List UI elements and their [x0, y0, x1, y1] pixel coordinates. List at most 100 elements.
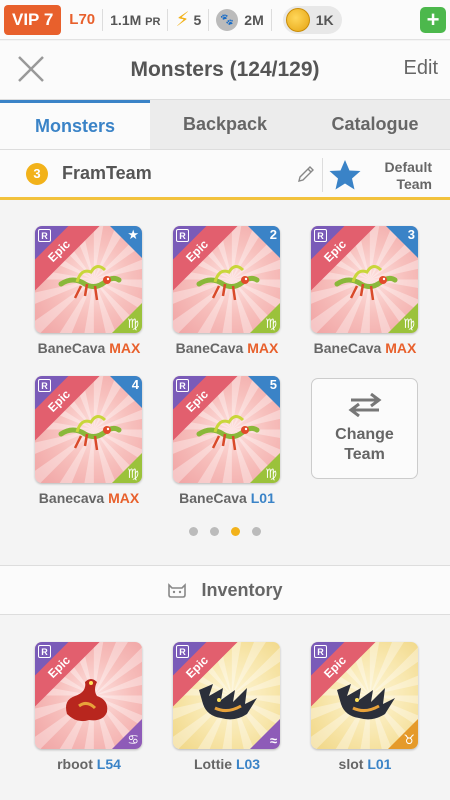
- element-icon: ♉: [403, 732, 415, 747]
- monster-label: BaneCava L01: [157, 490, 297, 506]
- page-dot[interactable]: [210, 527, 219, 536]
- divider: [270, 8, 272, 31]
- food-value: 2M: [244, 11, 264, 28]
- element-icon: ♍: [265, 316, 277, 331]
- monster-level: MAX: [385, 340, 417, 356]
- element-icon: ♋: [127, 732, 139, 747]
- grade-badge: R: [176, 645, 189, 658]
- change-team-label: Change Team: [335, 425, 394, 463]
- pencil-icon[interactable]: [296, 164, 316, 184]
- paw-icon: 🐾: [216, 8, 239, 31]
- team-bar: 3 FramTeam Default Team: [0, 150, 450, 200]
- page-dot[interactable]: [231, 527, 240, 536]
- page-header: Monsters (124/129) Edit: [0, 41, 450, 99]
- vip-badge[interactable]: VIP 7: [4, 4, 62, 35]
- energy-icon: ⚡: [175, 9, 190, 31]
- monster-name: BaneCava: [179, 490, 251, 506]
- monster-level: MAX: [108, 490, 140, 506]
- monster-label: BaneCava MAX: [157, 340, 297, 356]
- monster-label: slot L01: [295, 756, 435, 772]
- grade-badge: R: [176, 379, 189, 392]
- monster-image: [58, 265, 122, 301]
- monster-name: BaneCava: [37, 340, 110, 356]
- gold-coin-icon: [285, 7, 310, 32]
- default-team-button[interactable]: Default Team: [362, 159, 432, 193]
- monster-level: L54: [96, 756, 121, 772]
- monster-label: BaneCava MAX: [295, 340, 435, 356]
- add-currency-button[interactable]: +: [420, 6, 446, 33]
- inventory-monster-card[interactable]: Epic R ≈: [173, 642, 280, 749]
- monster-name: Lottie: [193, 756, 236, 772]
- edit-button[interactable]: Edit: [404, 57, 438, 80]
- monster-image: [199, 684, 257, 720]
- team-monster-card[interactable]: Epic R 3 ♍: [311, 226, 418, 333]
- tab-monsters[interactable]: Monsters: [0, 100, 150, 149]
- close-icon[interactable]: [16, 54, 46, 84]
- team-slot-number: 2: [269, 227, 277, 242]
- energy-value: 5: [193, 11, 202, 28]
- monster-image: [66, 679, 108, 722]
- inventory-monster-card[interactable]: Epic R ♉: [311, 642, 418, 749]
- team-monster-card[interactable]: Epic R 5 ♍: [173, 376, 280, 483]
- monster-level: L01: [250, 490, 275, 506]
- inventory-title: Inventory: [201, 579, 283, 600]
- monster-image: [196, 265, 260, 301]
- inventory-monster-card[interactable]: Epic R ♋: [35, 642, 142, 749]
- team-monster-card[interactable]: Epic R 4 ♍: [35, 376, 142, 483]
- page-dot[interactable]: [189, 527, 198, 536]
- monster-level: MAX: [109, 340, 141, 356]
- monster-face-icon: [168, 583, 187, 598]
- page-title: Monsters (124/129): [130, 58, 320, 81]
- divider: [322, 158, 323, 192]
- monster-level: L01: [367, 756, 392, 772]
- monster-image: [334, 265, 398, 301]
- monster-level: L03: [235, 756, 261, 772]
- status-bar: VIP 7 L70 1.1M PR ⚡ 5 🐾 2M 1K +: [0, 0, 450, 40]
- monster-name: Banecava: [38, 490, 109, 506]
- element-icon: ♍: [127, 466, 139, 481]
- grade-badge: R: [38, 645, 51, 658]
- monster-image: [58, 415, 122, 451]
- team-monster-card[interactable]: Epic R ★ ♍: [35, 226, 142, 333]
- team-slot-number: 4: [131, 377, 139, 392]
- team-slot-number: 3: [407, 227, 415, 242]
- monster-image: [196, 415, 260, 451]
- team-slot-number: ★: [127, 227, 139, 242]
- monster-name: rboot: [57, 756, 97, 772]
- change-team-button[interactable]: Change Team: [311, 378, 418, 479]
- grade-badge: R: [176, 229, 189, 242]
- monster-label: Lottie L03: [157, 756, 297, 772]
- divider: [167, 8, 169, 31]
- gold-value: 1K: [315, 11, 334, 28]
- grade-badge: R: [38, 229, 51, 242]
- tab-bar: Monsters Backpack Catalogue: [0, 99, 450, 150]
- inventory-header: Inventory: [0, 565, 450, 615]
- divider: [102, 8, 104, 31]
- grade-badge: R: [314, 645, 327, 658]
- monster-name: BaneCava: [175, 340, 248, 356]
- tab-backpack[interactable]: Backpack: [150, 100, 300, 149]
- monster-name: BaneCava: [313, 340, 386, 356]
- monster-image: [337, 684, 395, 720]
- element-icon: ≈: [269, 733, 277, 748]
- monster-label: Banecava MAX: [19, 490, 159, 506]
- page-indicator: [0, 527, 450, 536]
- team-slot-number: 5: [269, 377, 277, 392]
- element-icon: ♍: [265, 466, 277, 481]
- page-dot[interactable]: [252, 527, 261, 536]
- grade-badge: R: [38, 379, 51, 392]
- swap-icon: [348, 392, 381, 417]
- monster-level: MAX: [247, 340, 279, 356]
- team-monster-card[interactable]: Epic R 2 ♍: [173, 226, 280, 333]
- star-icon[interactable]: [328, 158, 362, 192]
- gold-pill[interactable]: 1K: [282, 5, 342, 34]
- tab-catalogue[interactable]: Catalogue: [300, 100, 450, 149]
- divider: [208, 8, 210, 31]
- element-icon: ♍: [127, 316, 139, 331]
- player-level: L70: [69, 11, 96, 28]
- monster-label: BaneCava MAX: [19, 340, 159, 356]
- monster-label: rboot L54: [19, 756, 159, 772]
- team-name: FramTeam: [62, 163, 152, 183]
- grade-badge: R: [314, 229, 327, 242]
- team-number-badge: 3: [26, 162, 48, 185]
